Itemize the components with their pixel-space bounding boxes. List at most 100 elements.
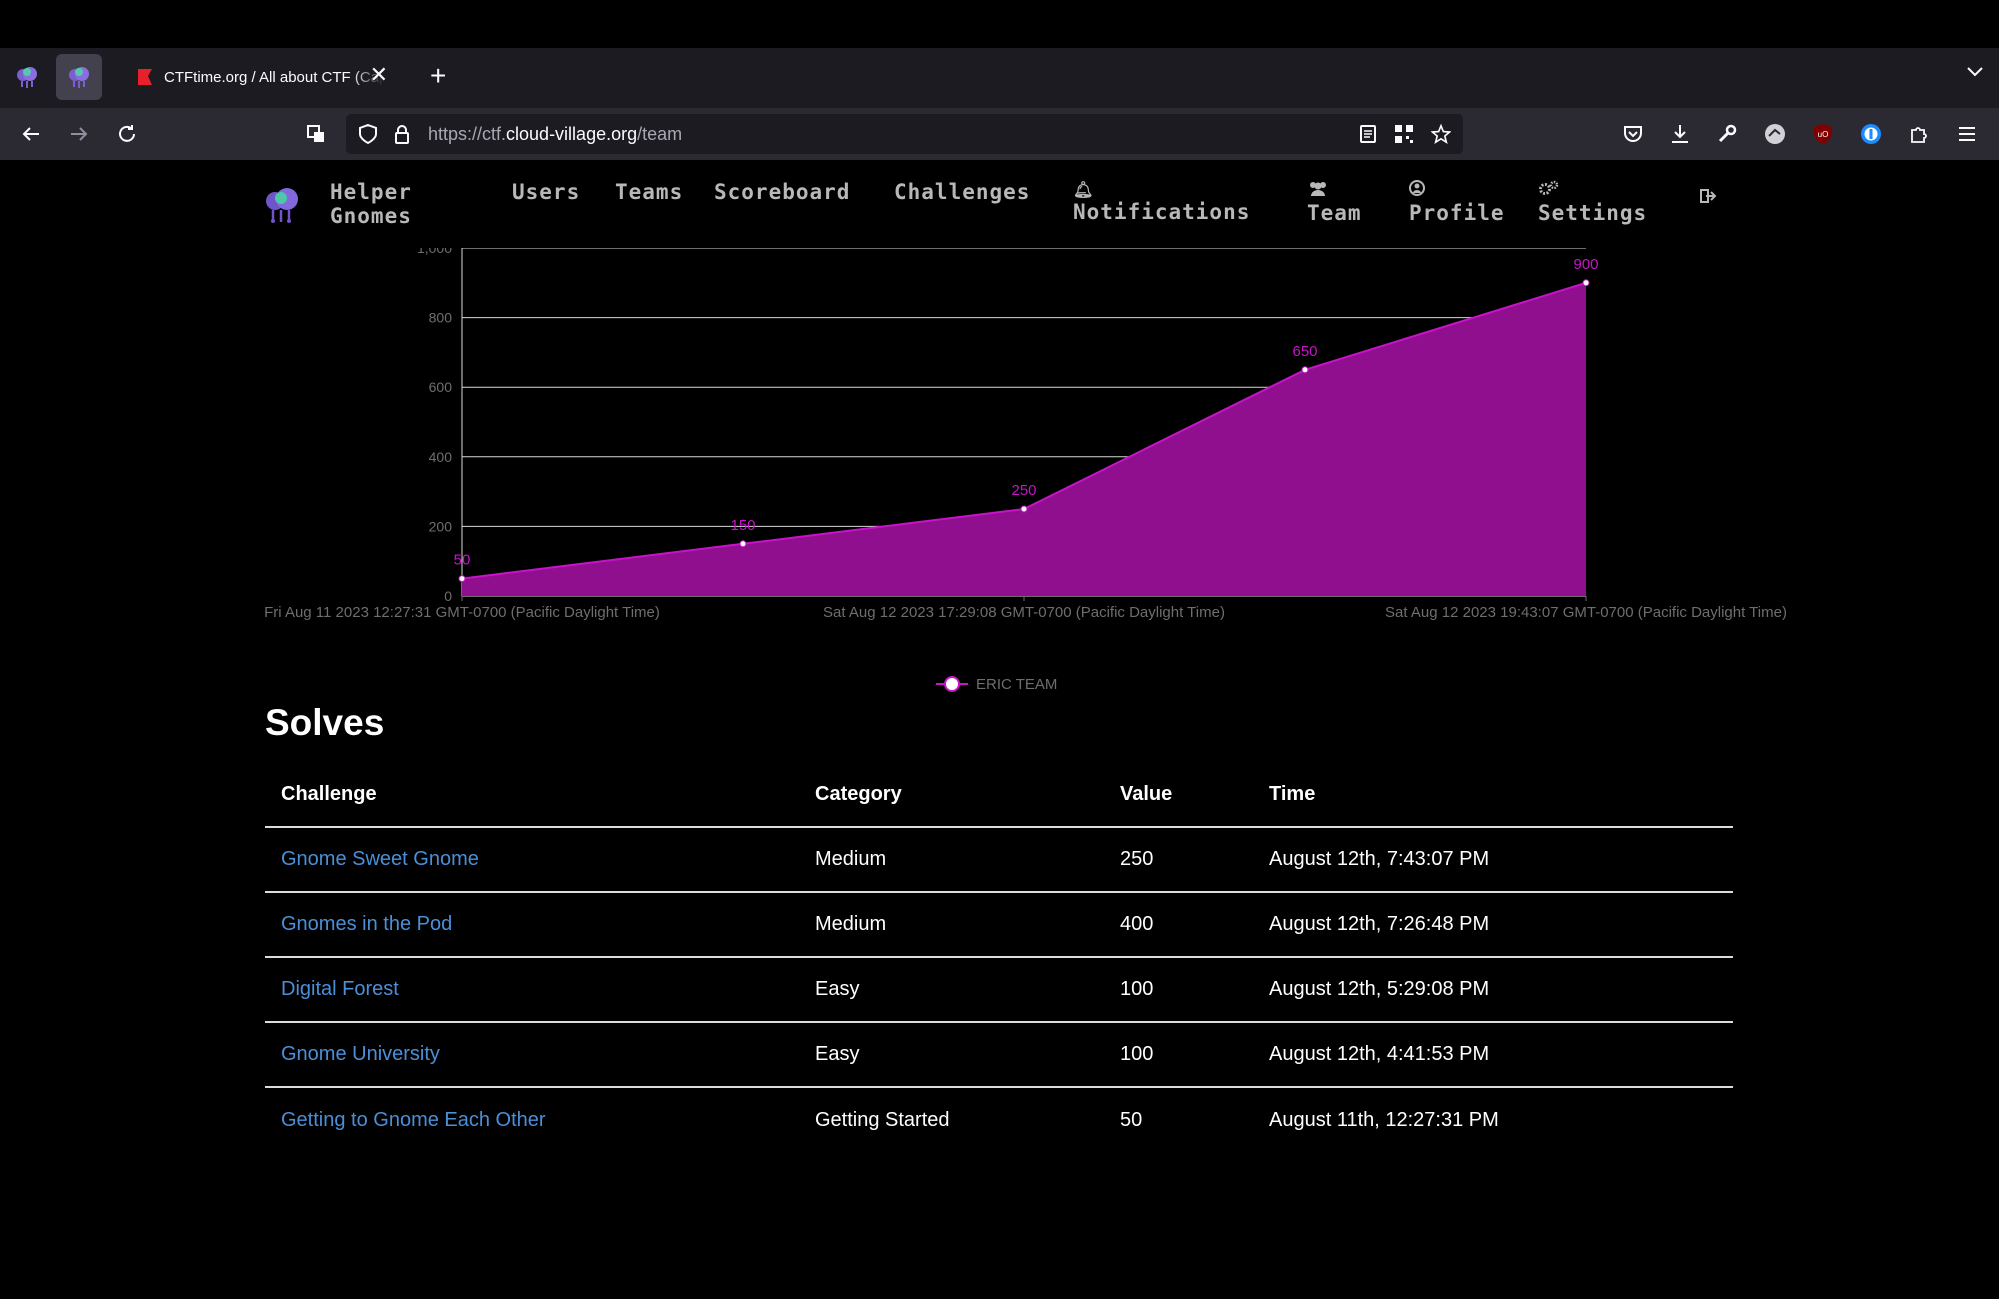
value-cell: 50 [1120, 1108, 1143, 1131]
nav-notifications-label: Notifications [1073, 200, 1251, 224]
table-row: Gnome University Easy 100 August 12th, 4… [265, 1022, 1733, 1088]
translate-icon [307, 125, 324, 142]
solves-heading: Solves [265, 702, 385, 743]
ctftime-flag-icon [138, 69, 152, 85]
translate-page-button[interactable] [301, 119, 331, 149]
table-row: Digital Forest Easy 100 August 12th, 5:2… [265, 957, 1733, 1023]
time-cell: August 11th, 12:27:31 PM [1269, 1108, 1499, 1131]
category-cell: Medium [799, 892, 1104, 958]
page-content: Helper Gnomes Users Teams Scoreboard Cha… [0, 160, 1999, 1299]
y-tick-label: 200 [429, 518, 453, 534]
reload-icon [119, 125, 135, 142]
extension-round-icon[interactable] [1761, 120, 1789, 148]
time-cell: August 12th, 5:29:08 PM [1253, 957, 1733, 1023]
wrench-icon[interactable] [1713, 120, 1741, 148]
chevron-down-icon [1967, 67, 1983, 77]
value-cell: 250 [1104, 827, 1253, 893]
nav-settings[interactable]: Settings [1538, 180, 1647, 225]
hamburger-menu-icon[interactable] [1953, 120, 1981, 148]
data-label: 900 [1573, 256, 1598, 273]
table-row: Gnomes in the Pod Medium 400 August 12th… [265, 892, 1733, 958]
column-header-value[interactable]: Value [1104, 762, 1253, 828]
time-cell: August 12th, 7:26:48 PM [1253, 892, 1733, 958]
y-tick-label: 400 [429, 449, 453, 465]
nav-notifications[interactable]: 🔔︎ Notifications [1073, 180, 1250, 224]
value-cell: 100 [1104, 957, 1253, 1023]
cogs-icon [1538, 180, 1647, 201]
challenge-link[interactable]: Gnomes in the Pod [281, 913, 452, 935]
x-tick-label: Sat Aug 12 2023 19:43:07 GMT-0700 (Pacif… [1385, 604, 1787, 621]
site-brand[interactable]: Helper Gnomes [330, 180, 440, 228]
data-point [1582, 279, 1590, 287]
bookmark-star-icon[interactable] [1431, 123, 1451, 144]
challenge-link[interactable]: Gnome University [281, 1043, 440, 1065]
column-header-time[interactable]: Time [1253, 762, 1733, 828]
score-chart: 0 200 400 600 800 1,000 Fri Aug 11 2023 12:27:… [0, 240, 1999, 778]
url-path: /team [637, 124, 683, 144]
nav-users[interactable]: Users [512, 180, 580, 204]
data-label: 150 [730, 517, 755, 534]
user-circle-icon [1409, 180, 1505, 201]
qr-code-icon[interactable] [1394, 124, 1414, 144]
nav-scoreboard[interactable]: Scoreboard [714, 180, 850, 204]
arrow-right-icon [71, 127, 88, 141]
helper-gnomes-logo-icon[interactable] [262, 184, 302, 224]
challenge-cell: Digital Forest [265, 957, 799, 1023]
logout-button[interactable] [1700, 188, 1718, 209]
lock-icon[interactable] [392, 124, 412, 144]
tab-ctftime[interactable]: CTFtime.org / All about CTF (Capture The… [126, 54, 406, 100]
category-cell: Easy [799, 957, 1104, 1023]
url-text[interactable]: https://ctf.cloud-village.org/team [428, 124, 682, 145]
nav-team[interactable]: Team [1307, 180, 1362, 225]
nav-team-label: Team [1307, 201, 1362, 225]
x-tick-label: Sat Aug 12 2023 17:29:08 GMT-0700 (Pacif… [823, 604, 1225, 621]
legend-marker [944, 676, 960, 692]
value-cell: 400 [1104, 892, 1253, 958]
time-cell: August 12th, 7:43:07 PM [1253, 827, 1733, 893]
reload-button[interactable] [112, 119, 142, 149]
nav-challenges[interactable]: Challenges [894, 180, 1030, 204]
gnome-favicon-icon [17, 67, 37, 88]
challenge-link[interactable]: Gnome Sweet Gnome [281, 848, 479, 870]
password-manager-icon[interactable] [1857, 120, 1885, 148]
extensions-puzzle-icon[interactable] [1905, 120, 1933, 148]
challenge-cell: Getting to Gnome Each Other [265, 1087, 799, 1152]
x-tick-label: Fri Aug 11 2023 12:27:31 GMT-0700 (Pacif… [264, 604, 660, 621]
data-label: 250 [1011, 482, 1036, 499]
challenge-link[interactable]: Getting to Gnome Each Other [281, 1109, 546, 1131]
window-top-bar [0, 0, 1999, 48]
nav-profile[interactable]: Profile [1409, 180, 1505, 225]
list-all-tabs-button[interactable] [1965, 64, 1985, 83]
reader-view-icon[interactable] [1358, 124, 1378, 144]
new-tab-button[interactable]: + [430, 60, 446, 92]
pinned-tab-helper-gnomes-active[interactable] [56, 54, 102, 100]
navigation-toolbar: https://ctf.cloud-village.org/team uO [0, 108, 1999, 160]
column-header-challenge[interactable]: Challenge [265, 762, 799, 828]
pocket-icon[interactable] [1619, 120, 1647, 148]
forward-button[interactable] [64, 119, 94, 149]
column-header-category[interactable]: Category [799, 762, 1104, 828]
gnome-favicon-icon [69, 67, 89, 88]
data-point [1020, 505, 1028, 513]
pinned-tab-helper-gnomes[interactable] [4, 54, 50, 100]
site-navbar: Helper Gnomes Users Teams Scoreboard Cha… [0, 160, 1999, 250]
shield-icon[interactable] [358, 124, 378, 144]
data-point [739, 540, 747, 548]
close-tab-icon[interactable]: ✕ [370, 63, 388, 87]
challenge-link[interactable]: Digital Forest [281, 978, 399, 1000]
back-button[interactable] [16, 119, 46, 149]
challenge-cell: Gnomes in the Pod [265, 892, 799, 958]
table-row: Gnome Sweet Gnome Medium 250 August 12th… [265, 827, 1733, 893]
sign-out-icon [1700, 189, 1717, 203]
ublock-origin-icon[interactable]: uO [1809, 120, 1837, 148]
nav-teams[interactable]: Teams [615, 180, 683, 204]
category-cell: Getting Started [815, 1108, 950, 1131]
series-area [462, 282, 1586, 596]
downloads-icon[interactable] [1666, 120, 1694, 148]
y-tick-label: 600 [429, 379, 453, 395]
score-chart-svg: 0 200 400 600 800 1,000 Fri Aug 11 2023 12:27:… [264, 240, 1787, 693]
address-bar[interactable]: https://ctf.cloud-village.org/team [346, 114, 1463, 154]
tab-bar: CTFtime.org / All about CTF (Capture The… [0, 48, 1999, 108]
nav-settings-label: Settings [1538, 201, 1648, 225]
category-cell: Easy [799, 1022, 1104, 1088]
